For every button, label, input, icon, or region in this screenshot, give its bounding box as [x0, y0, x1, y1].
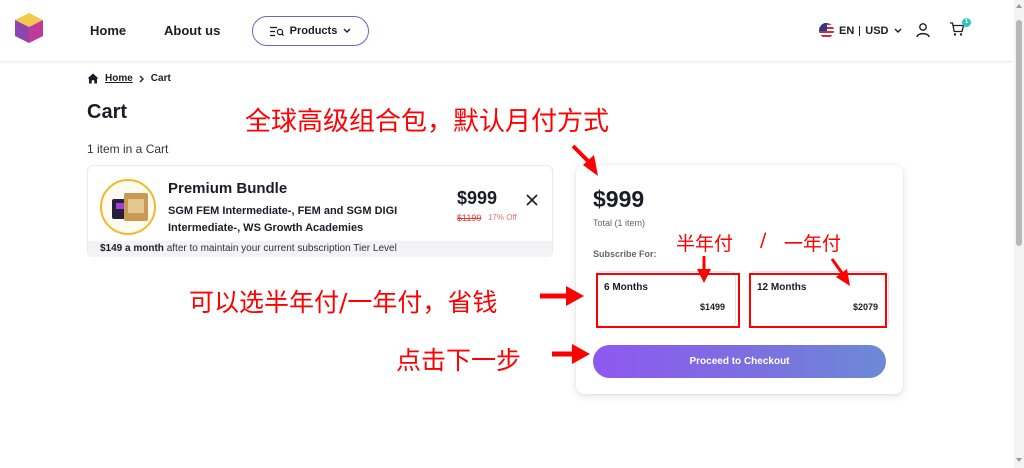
product-box-gold-label: [128, 199, 144, 213]
subscription-note-text: after to maintain your current subscript…: [163, 243, 397, 254]
annotation-default-monthly: 全球高级组合包，默认月付方式: [245, 107, 610, 137]
locale-currency-selector[interactable]: EN USD: [819, 23, 902, 38]
close-icon[interactable]: [524, 192, 540, 208]
annotation-one-year: 一年付: [784, 233, 842, 255]
us-flag-icon: [819, 23, 834, 38]
annotation-slash: /: [760, 229, 767, 251]
scroll-up-arrow-icon[interactable]: [1016, 4, 1022, 8]
breadcrumb-home-link[interactable]: Home: [105, 73, 133, 84]
breadcrumb-current: Cart: [150, 73, 171, 84]
chevron-right-icon: [139, 75, 144, 82]
highlight-box-6-months: [596, 273, 740, 328]
annotation-next-step: 点击下一步: [396, 346, 522, 375]
product-name: Premium Bundle: [168, 180, 288, 197]
products-menu-icon: [269, 26, 284, 36]
chevron-down-icon: [894, 28, 902, 33]
nav-home-link[interactable]: Home: [90, 23, 126, 38]
chevron-down-icon: [343, 28, 351, 33]
page-scrollbar[interactable]: [1014, 0, 1024, 468]
subscribe-for-label: Subscribe For:: [593, 249, 657, 259]
annotation-save-money: 可以选半年付/一年付，省钱: [189, 288, 498, 317]
product-thumbnail: [100, 179, 156, 235]
home-icon: [87, 73, 99, 84]
proceed-to-checkout-button[interactable]: Proceed to Checkout: [593, 345, 886, 378]
total-price: $999: [593, 186, 645, 212]
product-price: $999: [457, 188, 498, 208]
scrollbar-thumb[interactable]: [1016, 20, 1022, 246]
cube-logo-icon[interactable]: [12, 11, 46, 45]
subscription-note: $149 a month after to maintain your curr…: [88, 241, 552, 257]
product-old-price: $1199: [457, 213, 482, 223]
products-label: Products: [289, 25, 338, 37]
cart-item-count: 1 item in a Cart: [87, 142, 169, 156]
subscription-note-amount: $149 a month: [100, 243, 164, 254]
page-title: Cart: [87, 101, 128, 123]
top-navigation: Home About us Products EN USD 1: [0, 0, 1014, 62]
language-label: EN: [839, 24, 855, 37]
highlight-box-12-months: [749, 273, 887, 328]
locale-divider: [859, 25, 861, 36]
product-description: SGM FEM Intermediate-, FEM and SGM DIGI …: [168, 205, 398, 234]
breadcrumb: Home Cart: [87, 73, 171, 84]
total-label: Total (1 item): [593, 218, 646, 228]
scroll-down-arrow-icon[interactable]: [1016, 458, 1022, 462]
cart-item-card: Premium Bundle SGM FEM Intermediate-, FE…: [87, 165, 553, 257]
nav-about-link[interactable]: About us: [164, 23, 220, 38]
product-discount: 17% Off: [488, 213, 517, 222]
annotation-half-year: 半年付: [676, 233, 734, 255]
products-menu-button[interactable]: Products: [252, 16, 369, 46]
user-icon[interactable]: [915, 22, 931, 38]
currency-label: USD: [865, 24, 889, 37]
cart-count-badge: 1: [962, 18, 971, 27]
